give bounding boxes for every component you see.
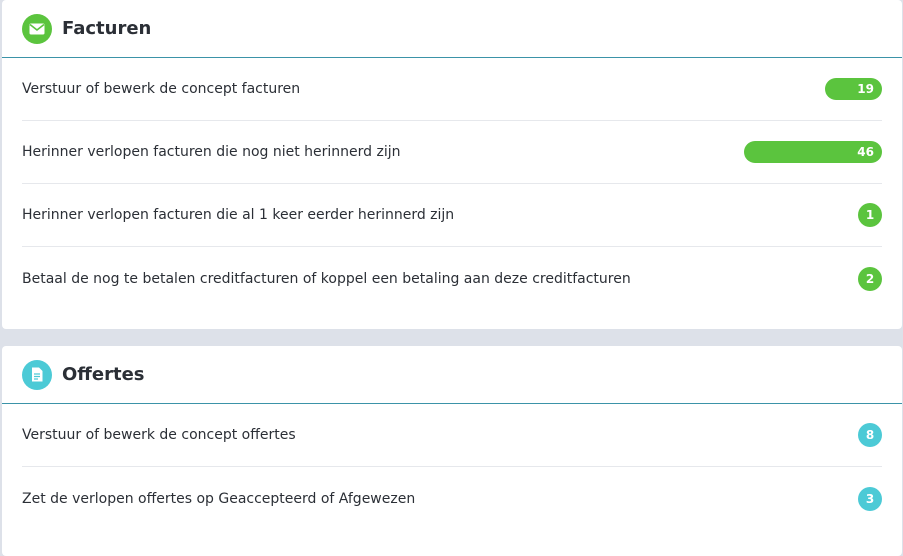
list-item[interactable]: Herinner verlopen facturen die nog niet …	[22, 121, 882, 184]
facturen-header: Facturen	[2, 0, 902, 58]
list-item[interactable]: Verstuur of bewerk de concept facturen 1…	[22, 58, 882, 121]
offertes-header: Offertes	[2, 346, 902, 404]
count-badge: 46	[744, 141, 882, 163]
list-item-label: Verstuur of bewerk de concept offertes	[22, 427, 296, 443]
offertes-card: Offertes Verstuur of bewerk de concept o…	[2, 346, 902, 556]
count-badge: 3	[858, 486, 882, 511]
list-item[interactable]: Betaal de nog te betalen creditfacturen …	[22, 247, 882, 310]
document-icon	[22, 359, 52, 390]
list-item-label: Herinner verlopen facturen die al 1 keer…	[22, 207, 455, 223]
facturen-title: Facturen	[62, 18, 152, 39]
count-badge: 1	[858, 203, 882, 227]
envelope-icon	[22, 13, 52, 44]
list-item-label: Verstuur of bewerk de concept facturen	[22, 81, 301, 97]
list-item[interactable]: Verstuur of bewerk de concept offertes 8	[22, 404, 882, 467]
list-item[interactable]: Zet de verlopen offertes op Geaccepteerd…	[22, 467, 882, 530]
list-item[interactable]: Herinner verlopen facturen die al 1 keer…	[22, 184, 882, 247]
facturen-card: Facturen Verstuur of bewerk de concept f…	[2, 0, 902, 329]
offertes-title: Offertes	[62, 364, 145, 385]
count-badge: 2	[858, 266, 882, 291]
list-item-label: Zet de verlopen offertes op Geaccepteerd…	[22, 490, 416, 507]
list-item-label: Herinner verlopen facturen die nog niet …	[22, 144, 401, 160]
list-item-label: Betaal de nog te betalen creditfacturen …	[22, 270, 631, 287]
count-badge: 19	[825, 78, 882, 100]
count-badge: 8	[858, 423, 882, 447]
